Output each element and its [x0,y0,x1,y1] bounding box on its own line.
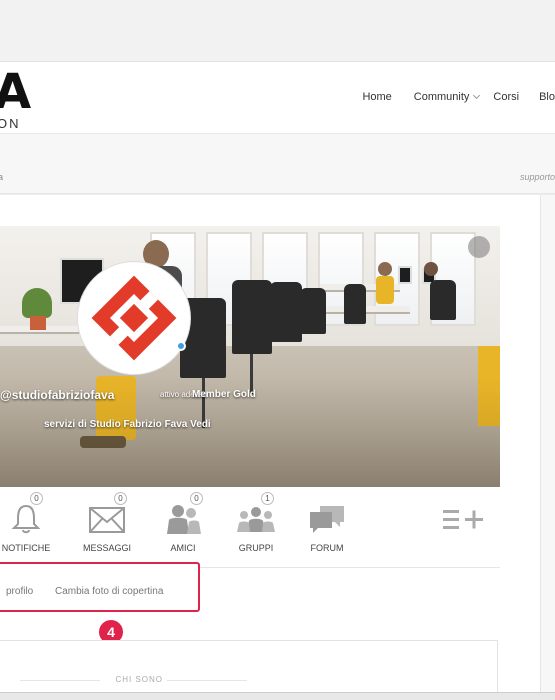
message-count: 0 [114,492,127,505]
cover-plant [22,288,52,318]
right-sidebar [540,195,555,700]
nav-blog-label: Blo [539,91,555,103]
friends-icon [167,505,201,534]
site-logo[interactable]: A [0,64,31,120]
envelope-icon [89,507,125,533]
cover-plant-pot [30,316,46,330]
tab-label: AMICI [170,543,196,553]
tab-label: MESSAGGI [82,543,131,553]
breadcrumb[interactable]: a [0,172,3,182]
membership-level: Member Gold [192,389,256,400]
tab-messaggi[interactable]: 0 MESSAGGI [77,490,137,560]
groups-icon [237,507,275,532]
tab-gruppi[interactable]: 1 GRUPPI [226,490,286,560]
avatar[interactable] [78,262,190,374]
profile-nav: 0 NOTIFICHE 0 MESSAGGI 0 AMICI 1 GRUPPI … [0,490,500,568]
main-nav: Home Community Corsi Blo [362,91,555,103]
cover-monitor [398,266,412,284]
tab-label: FORUM [310,543,344,553]
nav-community-label: Community [413,91,470,103]
profile-handle[interactable]: @studiofabriziofava [0,388,114,402]
cover-chair [232,280,272,354]
online-status-indicator [176,341,186,351]
site-header: A ON Home Community Corsi Blo [0,62,555,134]
cover-chair [430,280,456,320]
nav-corsi-label: Corsi [493,91,520,103]
about-title: CHI SONO [0,675,268,684]
nav-home-label: Home [362,91,392,103]
tab-label: NOTIFICHE [1,543,51,553]
notification-count: 0 [30,492,43,505]
bell-icon [11,504,41,534]
logo-avatar-icon [84,268,184,368]
about-section [0,640,498,700]
tab-forum[interactable]: FORUM [297,490,357,560]
breadcrumb-bar: a supporto [0,134,555,194]
chevron-down-icon [473,91,481,100]
friend-count: 0 [190,492,203,505]
forum-icon [310,506,344,533]
profile-tagline[interactable]: servizi di Studio Fabrizio Fava Vedi [44,419,211,430]
cover-person [378,262,392,276]
tab-label: GRUPPI [238,543,274,553]
about-title-text: CHI SONO [115,675,163,684]
highlight-box: profilo Cambia foto di copertina [0,562,200,612]
edit-profile-link[interactable]: profilo [6,586,33,597]
cover-person [424,262,438,276]
cover-options-button[interactable] [468,236,490,258]
group-count: 1 [261,492,274,505]
window-bottom-edge [0,692,555,700]
support-link[interactable]: supporto [520,172,555,182]
cover-person [376,276,394,304]
nav-blog[interactable]: Blo [539,91,555,103]
change-cover-link[interactable]: Cambia foto di copertina [55,586,163,597]
nav-corsi[interactable]: Corsi [493,91,519,103]
tab-notifiche[interactable]: 0 NOTIFICHE [0,490,56,560]
add-menu-icon[interactable] [443,508,485,532]
cover-chair [344,284,366,324]
nav-home[interactable]: Home [362,91,391,103]
cover-chair [300,288,326,334]
tab-amici[interactable]: 0 AMICI [153,490,213,560]
cover-chair [270,282,302,342]
nav-community[interactable]: Community [413,91,481,103]
site-logo-subtitle: ON [0,116,21,131]
cover-photo [0,226,500,487]
browser-toolbar [0,0,555,62]
